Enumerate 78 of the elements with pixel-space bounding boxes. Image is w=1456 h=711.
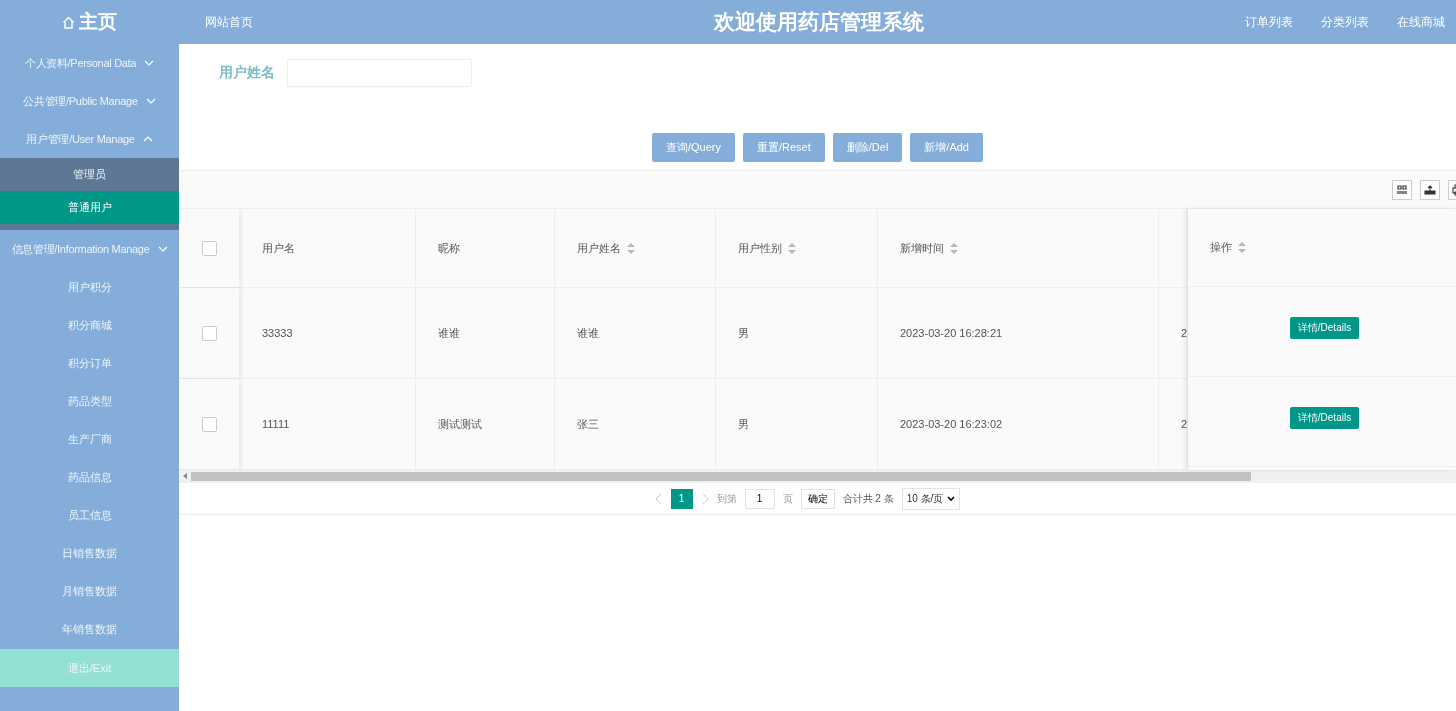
menu-item[interactable]: 积分订单: [0, 344, 179, 382]
caret-icon: [947, 495, 956, 502]
column-header[interactable]: 操作: [1210, 240, 1232, 255]
table-cell: 男: [738, 416, 749, 432]
action-button[interactable]: 查询/Query: [652, 133, 735, 162]
table-cell: 2: [1181, 327, 1187, 339]
menu-item[interactable]: 普通用户: [0, 191, 179, 224]
page-size-select[interactable]: 10 条/页: [901, 487, 961, 510]
table-cell: 男: [738, 325, 749, 341]
nav-link[interactable]: 网站首页: [205, 13, 253, 31]
details-button[interactable]: 详情/Details: [1289, 317, 1360, 339]
menu-group-label: 用户管理/User Manage: [26, 131, 135, 147]
table-cell: 2023-03-20 16:28:21: [900, 327, 1003, 339]
search-label: 用户姓名: [219, 64, 275, 82]
menu-item[interactable]: 药品类型: [0, 382, 179, 420]
nav-link[interactable]: 在线商城: [1397, 13, 1445, 31]
exit-button[interactable]: 退出/Exit: [0, 649, 179, 687]
menu-group-label: 个人资料/Personal Data: [24, 55, 137, 71]
table-cell: 33333: [262, 327, 293, 339]
menu-item[interactable]: 日销售数据: [0, 534, 179, 572]
prev-icon[interactable]: [654, 492, 663, 505]
nav-link[interactable]: 分类列表: [1321, 13, 1369, 31]
confirm-button[interactable]: 确定: [800, 488, 835, 509]
page-title: 欢迎使用药店管理系统: [712, 9, 925, 35]
table-cell: 张三: [577, 416, 599, 432]
menu-group[interactable]: 信息管理/Information Manage: [0, 230, 179, 268]
table-cell: 谁谁: [438, 325, 460, 341]
sort-icon[interactable]: [788, 242, 796, 254]
scroll-left-icon[interactable]: [183, 473, 187, 479]
menu-item[interactable]: 管理员: [0, 158, 179, 191]
menu-group[interactable]: 公共管理/Public Manage: [0, 82, 179, 120]
scrollbar[interactable]: [179, 470, 1456, 483]
menu-item[interactable]: 月销售数据: [0, 572, 179, 610]
page-button[interactable]: 1: [670, 488, 693, 509]
chevron-icon: [142, 136, 153, 142]
nav-link[interactable]: 订单列表: [1245, 13, 1293, 31]
column-header[interactable]: 用户姓名: [577, 240, 621, 256]
action-button[interactable]: 新增/Add: [910, 133, 983, 162]
sort-icon[interactable]: [1238, 242, 1246, 253]
column-header: 昵称: [438, 240, 460, 256]
total-count: 合计共 2 条: [842, 491, 894, 506]
next-icon[interactable]: [700, 492, 709, 505]
action-button[interactable]: 删除/Del: [832, 133, 903, 162]
menu-item[interactable]: 生产厂商: [0, 420, 179, 458]
toolbar-button[interactable]: [1420, 179, 1440, 200]
page-unit: 页: [782, 491, 793, 506]
menu-item[interactable]: 用户积分: [0, 268, 179, 306]
table-cell: 2: [1181, 418, 1187, 430]
chevron-icon: [157, 246, 168, 252]
goto-label: 到第: [716, 491, 737, 506]
chevron-icon: [145, 98, 156, 104]
checkbox[interactable]: [202, 416, 217, 432]
chevron-icon: [144, 60, 155, 66]
menu-item[interactable]: 药品信息: [0, 458, 179, 496]
column-header[interactable]: 用户性别: [738, 240, 782, 256]
menu-group-label: 公共管理/Public Manage: [23, 93, 138, 109]
table-cell: 谁谁: [577, 325, 599, 341]
menu-group[interactable]: 用户管理/User Manage: [0, 120, 179, 158]
home-icon[interactable]: [62, 15, 75, 29]
menu-group-label: 信息管理/Information Manage: [11, 241, 150, 257]
menu-item[interactable]: 员工信息: [0, 496, 179, 534]
details-button[interactable]: 详情/Details: [1289, 407, 1360, 429]
menu-group[interactable]: 个人资料/Personal Data: [0, 44, 179, 82]
action-button[interactable]: 重置/Reset: [743, 133, 825, 162]
sort-icon[interactable]: [950, 242, 958, 254]
table-cell: 测试测试: [438, 416, 482, 432]
menu-item[interactable]: 积分商城: [0, 306, 179, 344]
home-link[interactable]: 主页: [79, 9, 117, 35]
menu-item[interactable]: 年销售数据: [0, 610, 179, 648]
table-cell: 11111: [262, 418, 290, 430]
table-cell: 2023-03-20 16:23:02: [900, 418, 1003, 430]
grid-icon: [1395, 182, 1409, 197]
column-header[interactable]: 新增时间: [900, 240, 944, 256]
checkbox[interactable]: [202, 240, 217, 256]
sort-icon[interactable]: [627, 242, 635, 254]
checkbox[interactable]: [202, 325, 217, 341]
column-header: 用户名: [262, 240, 295, 256]
page-input[interactable]: 1: [744, 488, 775, 509]
